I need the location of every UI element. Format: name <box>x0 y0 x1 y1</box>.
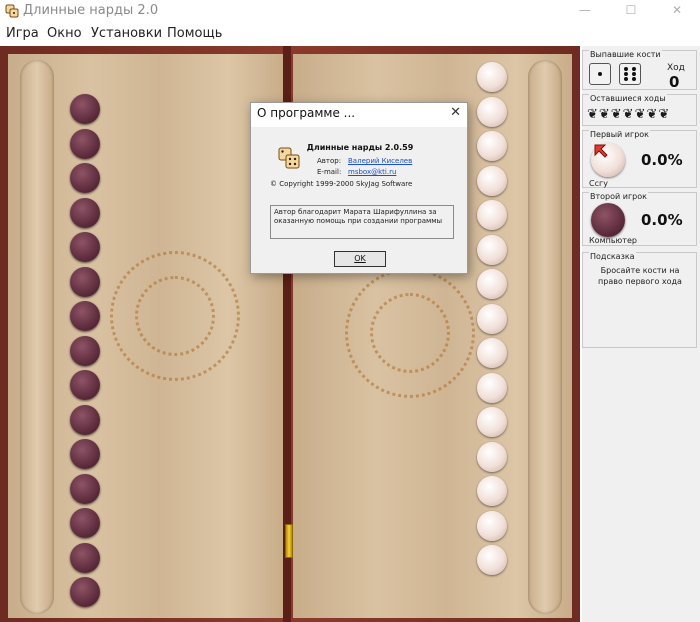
hint-group: Подсказка Бросайте кости на право первог… <box>582 252 697 348</box>
menu-game[interactable]: Игра <box>6 25 39 43</box>
player1-name: Ссгу <box>589 179 608 188</box>
dark-checker[interactable] <box>70 301 100 331</box>
email-link[interactable]: msbox@kti.ru <box>348 168 396 176</box>
move-label: Ход <box>667 63 685 73</box>
minimize-button[interactable]: — <box>562 0 608 22</box>
player2-percent: 0.0% <box>641 211 683 229</box>
player2-group: Второй игрок 0.0% Компьютер <box>582 192 697 246</box>
hinge-clasp <box>285 524 293 558</box>
dark-checker[interactable] <box>70 473 100 504</box>
light-checker[interactable] <box>477 234 507 265</box>
player2-checker <box>591 203 625 237</box>
light-checker[interactable] <box>477 165 507 196</box>
light-checker[interactable] <box>477 131 507 161</box>
light-checker[interactable] <box>477 545 507 575</box>
dark-checker[interactable] <box>70 232 100 262</box>
dialog-app-name: Длинные нарды 2.0.59 <box>306 143 414 152</box>
email-label: E-mail: <box>317 168 342 176</box>
arrow-pointer-icon <box>594 144 608 158</box>
light-checker[interactable] <box>477 407 507 437</box>
player1-group: Первый игрок 0.0% Ссгу <box>582 130 697 188</box>
player2-label: Второй игрок <box>589 192 648 201</box>
light-checker[interactable] <box>477 62 507 92</box>
player1-percent: 0.0% <box>641 151 683 169</box>
player1-label: Первый игрок <box>589 130 650 139</box>
window-title: Длинные нарды 2.0 <box>23 3 159 18</box>
moves-left-group: Оставшиеся ходы ❦❦❦❦❦❦❦ <box>582 94 697 126</box>
light-checker[interactable] <box>477 269 507 299</box>
moves-left-label: Оставшиеся ходы <box>589 94 667 103</box>
ok-button[interactable]: OK <box>334 251 386 267</box>
menu-settings[interactable]: Установки <box>91 25 162 43</box>
dialog-close-button[interactable]: ✕ <box>450 105 461 120</box>
light-checker[interactable] <box>477 303 507 334</box>
acknowledgement-memo[interactable]: Автор благодарит Марата Шарифуллина за о… <box>270 205 454 239</box>
author-link[interactable]: Валерий Киселев <box>348 157 412 165</box>
dark-checker[interactable] <box>70 404 100 435</box>
dark-checker[interactable] <box>70 508 100 538</box>
light-checker[interactable] <box>477 338 507 368</box>
dark-checker[interactable] <box>70 94 100 124</box>
maximize-button[interactable]: ☐ <box>608 0 654 22</box>
dark-checker[interactable] <box>70 439 100 469</box>
dialog-title-bar[interactable]: О программе ... ✕ <box>251 103 467 127</box>
dark-checker[interactable] <box>70 197 100 228</box>
right-ornament-inner <box>370 293 450 373</box>
moves-left-ornament: ❦❦❦❦❦❦❦ <box>587 107 671 122</box>
die-one[interactable] <box>589 63 611 85</box>
close-button[interactable]: ✕ <box>654 0 700 22</box>
menu-window[interactable]: Окно <box>47 25 82 43</box>
dark-checker[interactable] <box>70 128 100 159</box>
menu-help[interactable]: Помощь <box>167 25 222 43</box>
author-label: Автор: <box>317 157 342 165</box>
dark-checker[interactable] <box>70 266 100 297</box>
dark-checker[interactable] <box>70 577 100 607</box>
menu-bar: Игра Окно Установки Помощь <box>0 24 700 44</box>
left-ornament-inner <box>135 276 215 356</box>
dark-checker[interactable] <box>70 335 100 366</box>
light-checker[interactable] <box>477 476 507 506</box>
left-bear-off-rail <box>20 60 54 614</box>
light-checker[interactable] <box>477 372 507 403</box>
dice-group-label: Выпавшие кости <box>589 50 662 59</box>
light-checker[interactable] <box>477 96 507 127</box>
light-checker[interactable] <box>477 200 507 230</box>
move-value: 0 <box>669 73 680 91</box>
title-bar: Длинные нарды 2.0 — ☐ ✕ <box>0 0 700 22</box>
dark-checker[interactable] <box>70 370 100 400</box>
app-dice-icon <box>5 4 19 18</box>
right-bear-off-rail <box>528 60 562 614</box>
copyright-text: © Copyright 1999-2000 SkyJag Software <box>270 180 413 188</box>
dark-checker[interactable] <box>70 163 100 193</box>
dialog-title: О программе ... <box>257 106 356 120</box>
light-checker[interactable] <box>477 510 507 541</box>
hint-label: Подсказка <box>589 252 636 261</box>
about-dialog: О программе ... ✕ Длинные нарды 2.0.59 А… <box>250 102 468 274</box>
light-checker[interactable] <box>477 441 507 472</box>
side-panel: Выпавшие кости Ход 0 Оставшиеся ходы ❦❦❦… <box>582 46 700 622</box>
hint-text: Бросайте кости на право первого хода <box>598 266 682 286</box>
die-six[interactable] <box>619 63 641 85</box>
player2-name: Компьютер <box>589 236 637 245</box>
dice-group: Выпавшие кости Ход 0 <box>582 50 697 91</box>
dark-checker[interactable] <box>70 542 100 573</box>
